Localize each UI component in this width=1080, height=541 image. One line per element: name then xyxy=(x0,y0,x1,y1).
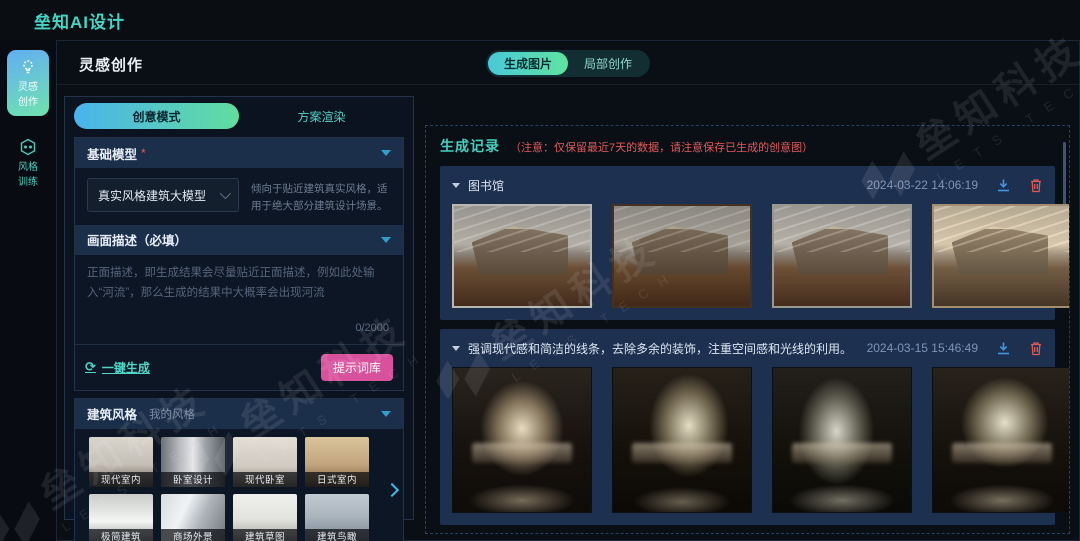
prompt-input[interactable] xyxy=(87,263,391,317)
download-button[interactable] xyxy=(996,341,1011,356)
generated-image[interactable] xyxy=(612,204,752,308)
collapse-caret-icon[interactable] xyxy=(452,183,460,188)
sidebar-item-label: 灵感创作 xyxy=(18,80,39,110)
download-icon xyxy=(996,341,1011,356)
styles-body: 现代室内 卧室设计 现代卧室 日式室内 极简建筑 商场外景 建筑草图 建筑鸟瞰 xyxy=(75,429,403,541)
download-button[interactable] xyxy=(996,178,1011,193)
styles-title: 建筑风格 xyxy=(87,404,137,423)
action-row: ⟳ 一键生成 提示词库 xyxy=(75,344,403,390)
tab-creative-mode[interactable]: 创意模式 xyxy=(74,103,239,129)
section-styles-header: 建筑风格 我的风格 xyxy=(75,399,403,429)
form-group-styles: 建筑风格 我的风格 现代室内 卧室设计 现代卧室 日式室内 极简建筑 商场外景 … xyxy=(74,398,404,541)
section-base-model-header: 基础模型 * xyxy=(75,138,403,168)
app-window: 垒知AI设计 灵感创作 风格训练 灵感创作 生成图片 局部创作 xyxy=(0,0,1080,541)
prompt-body: 0/2000 xyxy=(75,255,403,344)
tab-partial-creation[interactable]: 局部创作 xyxy=(568,52,648,75)
delete-button[interactable] xyxy=(1029,341,1043,356)
style-card[interactable]: 现代室内 xyxy=(89,437,153,487)
one-click-label: 一键生成 xyxy=(102,359,150,376)
style-card-label: 商场外景 xyxy=(161,529,225,541)
style-card-label: 现代卧室 xyxy=(233,472,297,487)
style-card[interactable]: 商场外景 xyxy=(161,494,225,541)
char-counter: 0/2000 xyxy=(87,322,391,340)
style-card[interactable]: 现代卧室 xyxy=(233,437,297,487)
style-card-label: 卧室设计 xyxy=(161,472,225,487)
refresh-icon: ⟳ xyxy=(85,359,96,375)
style-card[interactable]: 建筑草图 xyxy=(233,494,297,541)
sidebar-item-style-training[interactable]: 风格训练 xyxy=(7,130,49,196)
lightbulb-icon xyxy=(18,57,38,77)
record-header: 图书馆 2024-03-22 14:06:19 xyxy=(452,173,1043,197)
record-card: 强调现代感和简洁的线条，去除多余的装饰，注重空间感和光线的利用。 2024-03… xyxy=(440,329,1055,525)
record-title: 图书馆 xyxy=(468,177,504,194)
records-header: 生成记录 （注意：仅保留最近7天的数据，请注意保存已生成的创意图） xyxy=(440,136,1055,156)
title-row: 灵感创作 生成图片 局部创作 xyxy=(57,41,1079,85)
generated-image[interactable] xyxy=(772,367,912,513)
records-title: 生成记录 xyxy=(440,136,500,156)
required-mark: * xyxy=(141,146,146,160)
generated-image[interactable] xyxy=(452,367,592,513)
generation-records-panel: 生成记录 （注意：仅保留最近7天的数据，请注意保存已生成的创意图） 图书馆 20… xyxy=(425,125,1070,534)
record-header: 强调现代感和简洁的线条，去除多余的装饰，注重空间感和光线的利用。 2024-03… xyxy=(452,336,1043,360)
base-model-select-value: 真实风格建筑大模型 xyxy=(98,187,220,204)
chevron-right-icon xyxy=(385,483,399,497)
style-card-label: 建筑鸟瞰 xyxy=(305,529,369,541)
generated-image[interactable] xyxy=(612,367,752,513)
prompt-title: 画面描述（必填） xyxy=(87,230,187,249)
sidebar-item-inspiration[interactable]: 灵感创作 xyxy=(7,50,49,116)
prompt-library-button[interactable]: 提示词库 xyxy=(321,354,393,381)
base-model-description: 倾向于贴近建筑真实风格，适用于绝大部分建筑设计场景。 xyxy=(251,178,391,215)
style-card-label: 极简建筑 xyxy=(89,529,153,541)
trash-icon xyxy=(1029,178,1043,193)
one-click-generate-link[interactable]: ⟳ 一键生成 xyxy=(85,359,150,376)
collapse-caret-icon[interactable] xyxy=(452,346,460,351)
hexagon-icon xyxy=(18,137,38,157)
generated-image[interactable] xyxy=(452,204,592,308)
records-retention-note: （注意：仅保留最近7天的数据，请注意保存已生成的创意图） xyxy=(510,139,813,155)
base-model-select[interactable]: 真实风格建筑大模型 xyxy=(87,178,239,212)
styles-next-button[interactable] xyxy=(385,483,399,497)
mode-tabs: 创意模式 方案渲染 xyxy=(74,103,404,129)
record-images xyxy=(452,204,1043,308)
creation-form-panel: 创意模式 方案渲染 基础模型 * 真实风格建筑大模型 倾向于贴近建筑真实风格，适… xyxy=(64,96,414,520)
chevron-down-icon xyxy=(220,188,231,199)
app-header: 垒知AI设计 xyxy=(0,0,1080,40)
style-card[interactable]: 日式室内 xyxy=(305,437,369,487)
collapse-caret-icon[interactable] xyxy=(381,150,391,156)
page-title: 灵感创作 xyxy=(79,54,143,75)
view-tabs: 生成图片 局部创作 xyxy=(486,50,650,77)
record-card: 图书馆 2024-03-22 14:06:19 xyxy=(440,166,1055,320)
generated-image[interactable] xyxy=(932,204,1070,308)
style-card[interactable]: 极简建筑 xyxy=(89,494,153,541)
form-group-main: 基础模型 * 真实风格建筑大模型 倾向于贴近建筑真实风格，适用于绝大部分建筑设计… xyxy=(74,137,404,391)
style-card-label: 日式室内 xyxy=(305,472,369,487)
base-model-body: 真实风格建筑大模型 倾向于贴近建筑真实风格，适用于绝大部分建筑设计场景。 xyxy=(75,168,403,225)
record-images xyxy=(452,367,1043,513)
sidebar: 灵感创作 风格训练 xyxy=(0,40,56,541)
generated-image[interactable] xyxy=(932,367,1070,513)
section-prompt-header: 画面描述（必填） xyxy=(75,225,403,255)
style-card[interactable]: 建筑鸟瞰 xyxy=(305,494,369,541)
base-model-title: 基础模型 xyxy=(87,144,137,163)
tab-scheme-render[interactable]: 方案渲染 xyxy=(239,103,404,129)
style-card-label: 建筑草图 xyxy=(233,529,297,541)
collapse-caret-icon[interactable] xyxy=(381,237,391,243)
app-title: 垒知AI设计 xyxy=(34,8,125,33)
style-card-label: 现代室内 xyxy=(89,472,153,487)
tab-generate-image[interactable]: 生成图片 xyxy=(488,52,568,75)
record-timestamp: 2024-03-15 15:46:49 xyxy=(867,341,978,355)
my-styles-link[interactable]: 我的风格 xyxy=(149,406,195,422)
delete-button[interactable] xyxy=(1029,178,1043,193)
styles-grid: 现代室内 卧室设计 现代卧室 日式室内 极简建筑 商场外景 建筑草图 建筑鸟瞰 xyxy=(89,437,397,541)
generated-image[interactable] xyxy=(772,204,912,308)
sidebar-item-label: 风格训练 xyxy=(18,160,39,190)
collapse-caret-icon[interactable] xyxy=(381,411,391,417)
record-title: 强调现代感和简洁的线条，去除多余的装饰，注重空间感和光线的利用。 xyxy=(468,340,852,357)
download-icon xyxy=(996,178,1011,193)
main-area: 灵感创作 生成图片 局部创作 创意模式 方案渲染 基础模型 * xyxy=(56,40,1080,541)
style-card[interactable]: 卧室设计 xyxy=(161,437,225,487)
record-timestamp: 2024-03-22 14:06:19 xyxy=(867,178,978,192)
trash-icon xyxy=(1029,341,1043,356)
